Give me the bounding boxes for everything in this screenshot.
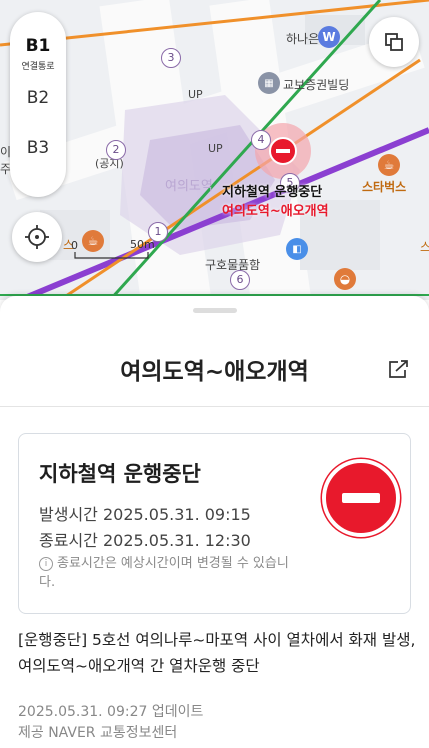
map-label-up-2: UP	[208, 142, 223, 155]
scale-zero: 0	[71, 239, 78, 252]
map-alert-route: 여의도역~애오개역	[222, 204, 329, 219]
map-label-station: 여의도역	[165, 179, 213, 194]
map-alert-title: 지하철역 운행중단	[222, 185, 323, 200]
map-label-starbucks: 스타벅스	[362, 180, 407, 194]
floor-b1[interactable]: B1	[10, 36, 66, 56]
exit-number-3[interactable]: 3	[161, 48, 181, 68]
bottom-sheet: 여의도역~애오개역 지하철역 운행중단 발생시간 2025.05.31. 09:…	[0, 296, 429, 748]
map-label-kyobo: 교보증권빌딩	[283, 78, 350, 92]
floor-b2[interactable]: B2	[10, 88, 66, 108]
alert-card: 지하철역 운행중단 발생시간 2025.05.31. 09:15 종료시간 20…	[18, 433, 411, 614]
share-button[interactable]	[387, 358, 411, 384]
sheet-title: 여의도역~애오개역	[120, 359, 309, 385]
sheet-drag-handle[interactable]	[193, 308, 237, 313]
exit-number-6[interactable]: 6	[230, 270, 250, 290]
exit-number-4[interactable]: 4	[251, 130, 271, 150]
layers-button[interactable]	[369, 17, 419, 67]
info-icon: i	[39, 557, 53, 571]
scale-label: 50m	[130, 238, 155, 251]
layers-icon	[385, 33, 403, 51]
occurred-time: 발생시간 2025.05.31. 09:15	[39, 505, 251, 524]
floor-b3[interactable]: B3	[10, 138, 66, 158]
alert-description: [운행중단] 5호선 여의나루~마포역 사이 열차에서 화재 발생, 여의도역~…	[18, 631, 416, 675]
bakery-icon[interactable]: ◒	[334, 268, 356, 290]
share-icon	[389, 360, 408, 378]
bank-icon[interactable]: W	[318, 26, 340, 48]
ended-time: 종료시간 2025.05.31. 12:30	[39, 531, 251, 550]
exit-number-2[interactable]: 2	[106, 140, 126, 160]
time-note: i 종료시간은 예상시간이며 변경될 수 있습니다.	[39, 554, 289, 592]
floor-b1-sub: 연결통로	[21, 62, 55, 72]
map-alert-marker-icon[interactable]	[269, 137, 297, 165]
map-label-guho: 구호물품함	[205, 258, 261, 272]
locate-button[interactable]	[12, 212, 62, 262]
bank-badge: W	[322, 30, 336, 44]
map-label-edge-right: 스	[420, 240, 429, 254]
coffee-icon[interactable]: ☕	[82, 230, 104, 252]
source-credit: 제공 NAVER 교통정보센터	[18, 725, 178, 741]
stop-sign-icon	[322, 459, 400, 537]
map-label-up-1: UP	[188, 88, 203, 101]
divider	[0, 406, 429, 407]
time-note-text: 종료시간은 예상시간이며 변경될 수 있습니다.	[39, 556, 289, 590]
starbucks-icon[interactable]: ☕	[378, 154, 400, 176]
map-view[interactable]: 하나은행 W ▦ 교보증권빌딩 UP UP (공지) 여의도역 주 이 스 ☕ …	[0, 0, 429, 300]
info-point-icon[interactable]: ◧	[286, 238, 308, 260]
locate-icon	[25, 225, 49, 249]
updated-time: 2025.05.31. 09:27 업데이트	[18, 704, 204, 720]
building-icon[interactable]: ▦	[258, 72, 280, 94]
alert-card-title: 지하철역 운행중단	[39, 462, 201, 486]
floor-selector: B1 연결통로 B2 B3	[10, 12, 66, 197]
